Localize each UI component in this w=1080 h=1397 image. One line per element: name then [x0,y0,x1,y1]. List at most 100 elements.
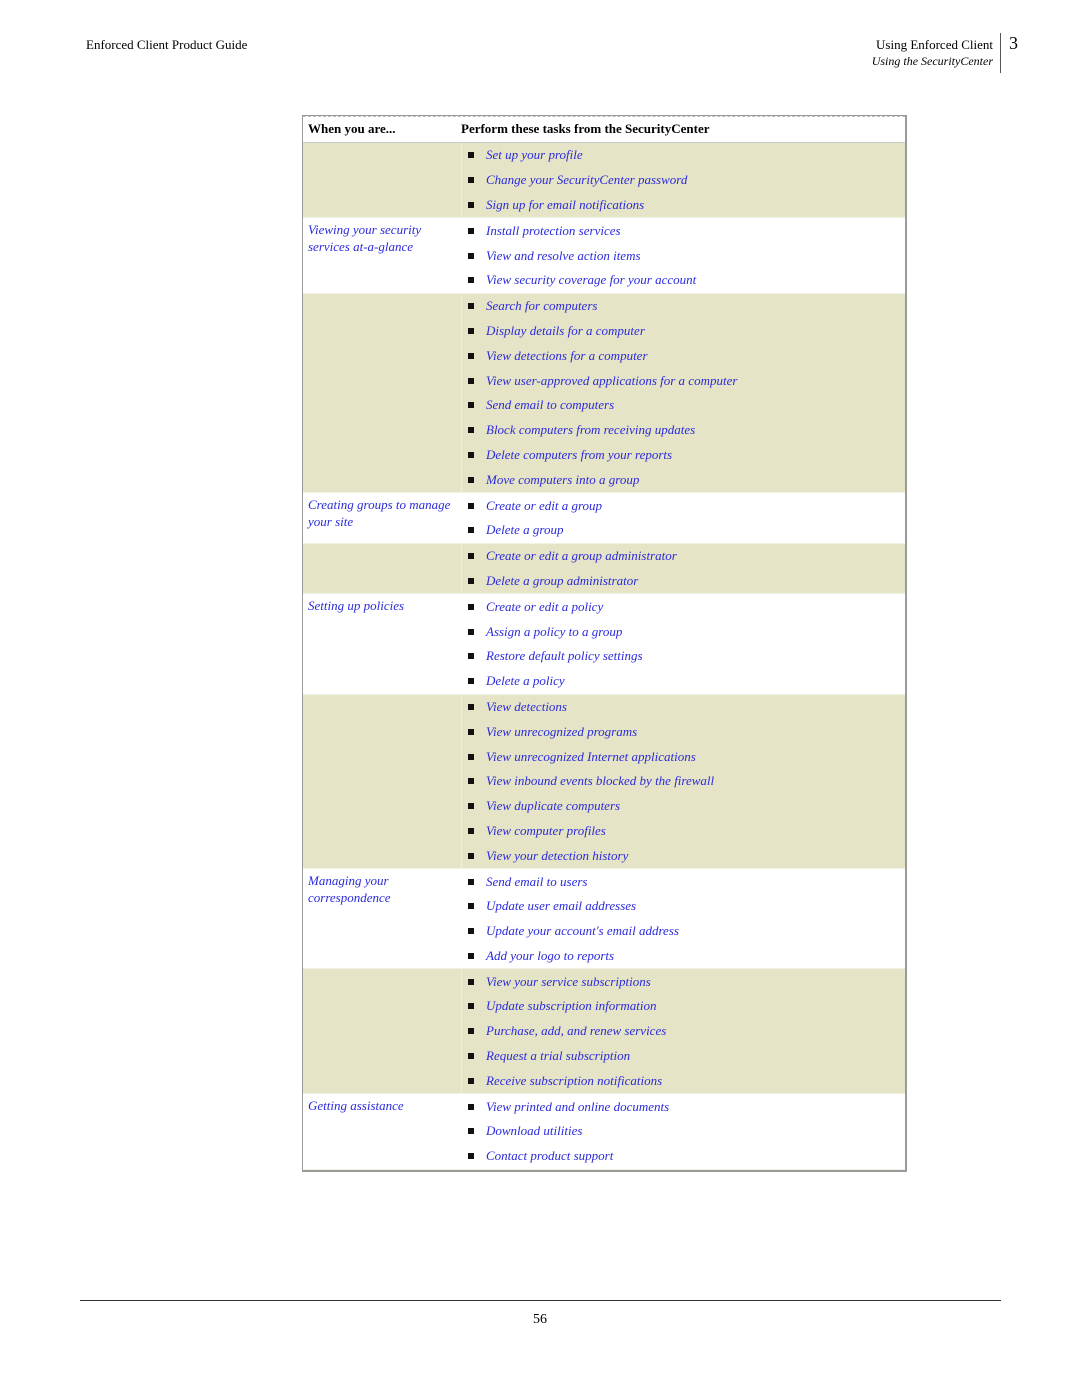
task-link[interactable]: View detections [486,699,567,715]
task-link[interactable]: Contact product support [486,1148,613,1164]
task-link[interactable]: Add your logo to reports [486,948,614,964]
list-item: View user-approved applications for a co… [468,368,905,393]
task-list: Create or edit a group Delete a group [461,493,905,543]
column-header-context: When you are... [308,121,396,136]
list-item: Install protection services [468,218,905,243]
list-item: Create or edit a group administrator [468,544,905,569]
square-bullet-icon [468,1003,474,1010]
square-bullet-icon [468,277,474,284]
task-link[interactable]: Delete a policy [486,673,565,689]
task-link[interactable]: Delete a group [486,522,564,538]
list-item: Download utilities [468,1119,905,1144]
square-bullet-icon [468,152,474,159]
list-item: Set up your profile [468,143,905,168]
task-link[interactable]: View your service subscriptions [486,974,651,990]
list-item: View duplicate computers [468,794,905,819]
context-link[interactable]: Managing your correspondence [303,869,461,968]
square-bullet-icon [468,753,474,760]
square-bullet-icon [468,978,474,985]
task-link[interactable]: View printed and online documents [486,1099,669,1115]
square-bullet-icon [468,476,474,483]
task-link[interactable]: Create or edit a group [486,498,602,514]
task-link[interactable]: Assign a policy to a group [486,624,622,640]
task-link[interactable]: Send email to computers [486,397,614,413]
task-link[interactable]: View user-approved applications for a co… [486,373,737,389]
task-link[interactable]: View inbound events blocked by the firew… [486,773,714,789]
context-cell [303,143,461,218]
list-item: Search for computers [468,294,905,319]
task-link[interactable]: Block computers from receiving updates [486,422,695,438]
task-link[interactable]: View unrecognized programs [486,724,637,740]
task-list: View printed and online documents Downloa… [461,1094,905,1168]
square-bullet-icon [468,827,474,834]
task-link[interactable]: Set up your profile [486,147,583,163]
square-bullet-icon [468,402,474,409]
task-link[interactable]: Delete a group administrator [486,573,638,589]
list-item: Send email to computers [468,393,905,418]
square-bullet-icon [468,252,474,259]
task-link[interactable]: Create or edit a group administrator [486,548,677,564]
square-bullet-icon [468,1153,474,1160]
task-link[interactable]: View unrecognized Internet applications [486,749,696,765]
task-list: Set up your profile Change your SecurityC… [461,143,905,218]
task-link[interactable]: View computer profiles [486,823,606,839]
header-divider [1000,33,1001,73]
list-item: Receive subscription notifications [468,1068,905,1093]
table-header: When you are... Perform these tasks from… [303,116,905,143]
table-row: View detections View unrecognized program… [303,694,905,870]
square-bullet-icon [468,177,474,184]
task-link[interactable]: Delete computers from your reports [486,447,672,463]
list-item: Delete a group [468,518,905,543]
task-link[interactable]: Restore default policy settings [486,648,643,664]
square-bullet-icon [468,928,474,935]
table-row: Setting up policies Create or edit a poli… [303,594,905,695]
task-list: View detections View unrecognized program… [461,694,905,869]
task-link[interactable]: Receive subscription notifications [486,1073,662,1089]
task-link[interactable]: Update your account's email address [486,923,679,939]
task-link[interactable]: View your detection history [486,848,628,864]
task-link[interactable]: Sign up for email notifications [486,197,644,213]
list-item: Delete computers from your reports [468,443,905,468]
chapter-number: 3 [1009,33,1018,53]
list-item: Create or edit a policy [468,594,905,619]
task-link[interactable]: Display details for a computer [486,323,645,339]
task-link[interactable]: View duplicate computers [486,798,620,814]
task-link[interactable]: Create or edit a policy [486,599,603,615]
task-link[interactable]: Install protection services [486,223,621,239]
task-link[interactable]: View and resolve action items [486,248,641,264]
task-link[interactable]: Update subscription information [486,998,656,1014]
square-bullet-icon [468,628,474,635]
list-item: Restore default policy settings [468,644,905,669]
task-link[interactable]: Send email to users [486,874,587,890]
task-link[interactable]: Download utilities [486,1123,582,1139]
context-link[interactable]: Setting up policies [303,594,461,693]
task-list: Install protection services View and reso… [461,218,905,292]
task-link[interactable]: Search for computers [486,298,597,314]
context-link[interactable]: Viewing your security services at-a-glan… [303,218,461,292]
table-row: Search for computers Display details for … [303,293,905,494]
task-link[interactable]: Request a trial subscription [486,1048,630,1064]
square-bullet-icon [468,653,474,660]
column-header-tasks: Perform these tasks from the SecurityCen… [461,121,710,136]
list-item: Request a trial subscription [468,1044,905,1069]
task-link[interactable]: Change your SecurityCenter password [486,172,687,188]
list-item: View your detection history [468,843,905,868]
task-list: Create or edit a policy Assign a policy t… [461,594,905,693]
task-link[interactable]: Update user email addresses [486,898,636,914]
task-table: When you are... Perform these tasks from… [302,115,907,1172]
task-link[interactable]: Purchase, add, and renew services [486,1023,666,1039]
square-bullet-icon [468,553,474,560]
list-item: Update your account's email address [468,919,905,944]
table-row: Getting assistance View printed and onlin… [303,1094,905,1170]
square-bullet-icon [468,527,474,534]
table-row: Viewing your security services at-a-glan… [303,218,905,294]
task-link[interactable]: Move computers into a group [486,472,639,488]
context-link[interactable]: Creating groups to manage your site [303,493,461,543]
task-link[interactable]: View detections for a computer [486,348,648,364]
list-item: View computer profiles [468,819,905,844]
square-bullet-icon [468,352,474,359]
context-link[interactable]: Getting assistance [303,1094,461,1168]
context-cell [303,293,461,493]
page-number: 56 [533,1312,547,1327]
task-link[interactable]: View security coverage for your account [486,272,696,288]
